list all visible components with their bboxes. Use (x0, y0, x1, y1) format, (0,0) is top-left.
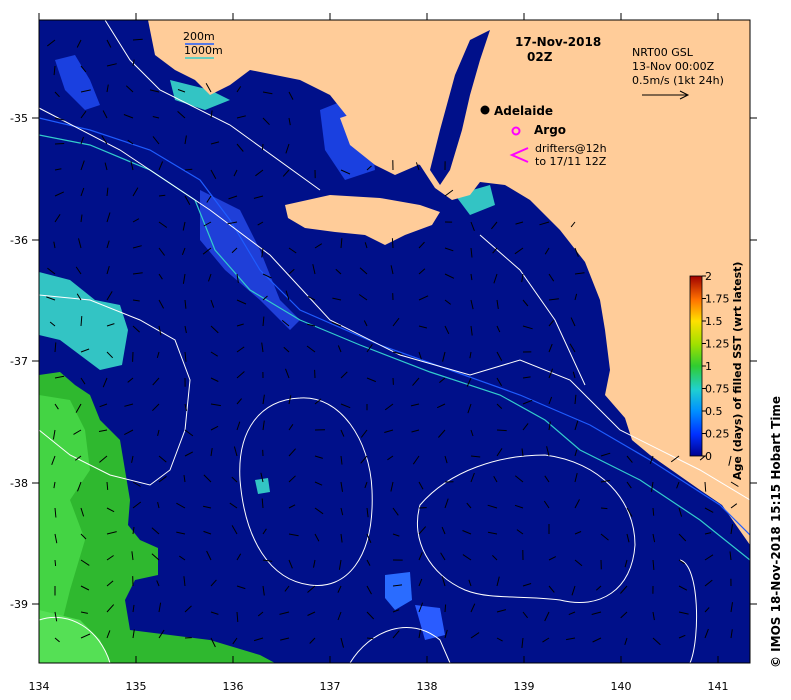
colorbar-tick-label: 0.25 (705, 428, 730, 441)
drifter-label-1: drifters@12h (535, 142, 607, 155)
colorbar-ramp (689, 275, 703, 457)
lat-tick-label: -36 (10, 234, 28, 247)
map-date: 17-Nov-2018 (515, 35, 601, 49)
adelaide-dot (480, 105, 490, 115)
colorbar-tick-label: 0.5 (705, 405, 723, 418)
colorbar-tick-label: 2 (705, 270, 712, 283)
lat-tick-label: -38 (10, 477, 28, 490)
isobath-1000-label: 1000m (184, 44, 223, 57)
current-arrow (444, 604, 447, 613)
current-product: NRT00 GSL (632, 46, 694, 59)
lon-tick-label: 141 (708, 680, 729, 693)
current-arrow (496, 429, 507, 432)
colorbar-tick-label: 1.25 (705, 338, 730, 351)
colorbar-tick-label: 1.75 (705, 293, 730, 306)
current-valid-time: 13-Nov 00:00Z (632, 60, 715, 73)
lon-tick-label: 140 (611, 680, 632, 693)
current-arrow (54, 559, 57, 567)
colorbar-tick-label: 1.5 (705, 315, 723, 328)
lat-tick-label: -37 (10, 355, 28, 368)
current-arrow (652, 507, 655, 516)
current-arrow (106, 481, 109, 490)
current-arrow (54, 143, 65, 145)
argo-label: Argo (534, 123, 566, 137)
map-time: 02Z (527, 50, 553, 64)
lon-tick-label: 138 (417, 680, 438, 693)
lon-tick-label: 135 (126, 680, 147, 693)
lon-tick-label: 136 (223, 680, 244, 693)
current-arrow (261, 143, 264, 151)
colorbar-title: Age (days) of filled SST (wrt latest) (731, 262, 744, 480)
lon-tick-label: 134 (29, 680, 50, 693)
colorbar-tick-label: 0.75 (705, 383, 730, 396)
credit-text: © IMOS 18-Nov-2018 15:15 Hobart Time (769, 396, 783, 668)
lon-tick-label: 137 (320, 680, 341, 693)
map-plot (39, 20, 750, 663)
current-arrow (600, 507, 608, 510)
current-arrow (158, 194, 166, 197)
current-arrow (704, 481, 707, 492)
lon-tick-label: 139 (514, 680, 535, 693)
colorbar-tick-label: 1 (705, 360, 712, 373)
colorbar-tick-label: 0 (705, 450, 712, 463)
lat-tick-label: -39 (10, 598, 28, 611)
drifter-label-2: to 17/11 12Z (535, 155, 607, 168)
lat-tick-label: -35 (10, 112, 28, 125)
current-scale-label: 0.5m/s (1kt 24h) (632, 74, 724, 87)
adelaide-label: Adelaide (494, 104, 553, 118)
isobath-200-label: 200m (183, 30, 215, 43)
current-arrow (391, 238, 394, 249)
